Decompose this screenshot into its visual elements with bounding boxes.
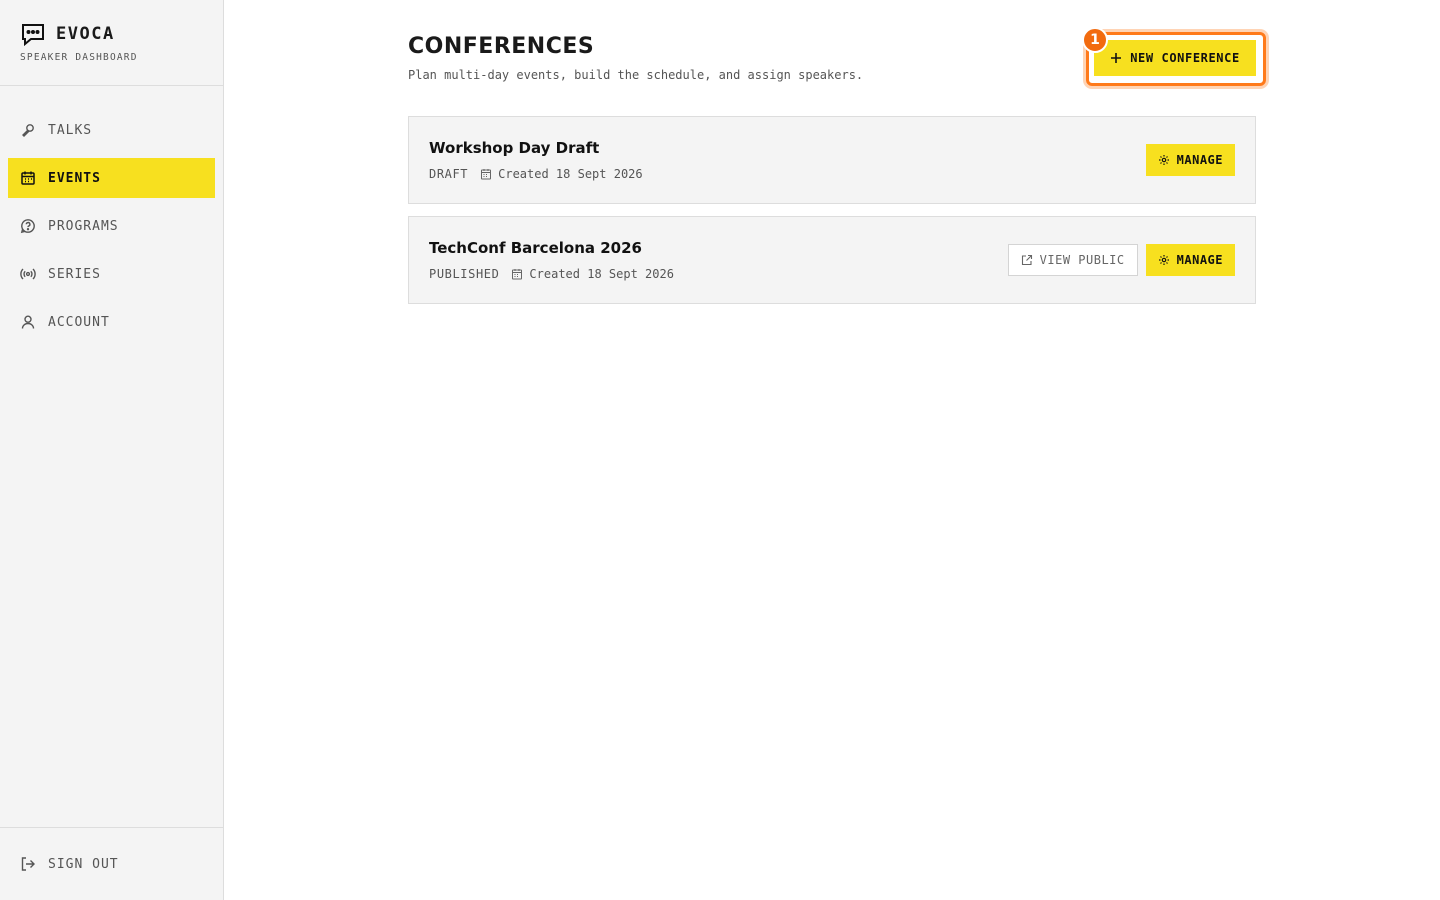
status-badge: DRAFT — [429, 167, 469, 181]
page-header: CONFERENCES Plan multi-day events, build… — [408, 0, 1266, 116]
manage-button[interactable]: MANAGE — [1145, 244, 1235, 276]
created-date: Created 18 Sept 2026 — [529, 267, 674, 281]
sidebar-item-talks[interactable]: TALKS — [8, 110, 215, 150]
highlight-badge: 1 — [1082, 27, 1108, 53]
sign-out-label: SIGN OUT — [48, 856, 119, 872]
gear-icon — [1158, 255, 1169, 265]
microphone-icon — [22, 124, 34, 137]
card-actions: MANAGE — [1145, 144, 1235, 176]
conference-title: TechConf Barcelona 2026 — [429, 239, 642, 257]
view-public-button[interactable]: VIEW PUBLIC — [1007, 244, 1138, 276]
conference-card: TechConf Barcelona 2026 PUBLISHED Create… — [408, 216, 1256, 304]
manage-label: MANAGE — [1176, 253, 1223, 267]
card-actions: VIEW PUBLIC MANAGE — [1007, 244, 1235, 276]
manage-button[interactable]: MANAGE — [1145, 144, 1235, 176]
new-conference-button[interactable]: NEW CONFERENCE — [1094, 40, 1256, 76]
plus-icon — [1111, 53, 1122, 63]
sidebar-item-events[interactable]: EVENTS — [8, 158, 215, 198]
brand-subtitle: SPEAKER DASHBOARD — [20, 52, 138, 63]
sidebar-item-label: ACCOUNT — [48, 314, 110, 330]
sidebar-item-label: SERIES — [48, 266, 101, 282]
gear-icon — [1158, 155, 1169, 165]
sidebar-footer: SIGN OUT — [0, 827, 223, 900]
sign-out-button[interactable]: SIGN OUT — [8, 844, 215, 884]
calendar-icon — [21, 171, 35, 185]
sidebar: EVOCA SPEAKER DASHBOARD TALKS EVENTS PRO… — [0, 0, 224, 900]
calendar-icon — [481, 169, 492, 180]
conference-card: Workshop Day Draft DRAFT Created 18 Sept… — [408, 116, 1256, 204]
sidebar-item-programs[interactable]: PROGRAMS — [8, 206, 215, 246]
external-link-icon — [1021, 254, 1032, 266]
brand-row[interactable]: EVOCA — [20, 22, 203, 46]
log-out-icon — [21, 857, 35, 871]
broadcast-icon — [20, 268, 36, 280]
sidebar-item-label: TALKS — [48, 122, 93, 138]
conference-meta: DRAFT Created 18 Sept 2026 — [429, 167, 643, 181]
conference-title: Workshop Day Draft — [429, 139, 600, 157]
manage-label: MANAGE — [1176, 153, 1223, 167]
status-badge: PUBLISHED — [429, 267, 500, 281]
main-content: CONFERENCES Plan multi-day events, build… — [408, 0, 1266, 316]
help-circle-icon — [20, 219, 35, 234]
calendar-icon — [512, 269, 523, 280]
sidebar-item-label: EVENTS — [48, 170, 101, 186]
conference-meta: PUBLISHED Created 18 Sept 2026 — [429, 267, 674, 281]
brand-name: EVOCA — [56, 24, 115, 44]
created-date: Created 18 Sept 2026 — [498, 167, 643, 181]
sidebar-item-series[interactable]: SERIES — [8, 254, 215, 294]
sidebar-item-label: PROGRAMS — [48, 218, 119, 234]
page-title: CONFERENCES — [408, 34, 595, 59]
user-icon — [21, 315, 35, 329]
new-conference-label: NEW CONFERENCE — [1130, 51, 1240, 65]
sidebar-nav: TALKS EVENTS PROGRAMS SERIES ACCOUNT — [0, 86, 223, 342]
page-subtitle: Plan multi-day events, build the schedul… — [408, 68, 864, 82]
view-public-label: VIEW PUBLIC — [1039, 253, 1125, 267]
sidebar-item-account[interactable]: ACCOUNT — [8, 302, 215, 342]
brand: EVOCA SPEAKER DASHBOARD — [0, 0, 223, 86]
chat-bubble-icon — [22, 24, 44, 46]
conference-list: Workshop Day Draft DRAFT Created 18 Sept… — [408, 116, 1256, 304]
